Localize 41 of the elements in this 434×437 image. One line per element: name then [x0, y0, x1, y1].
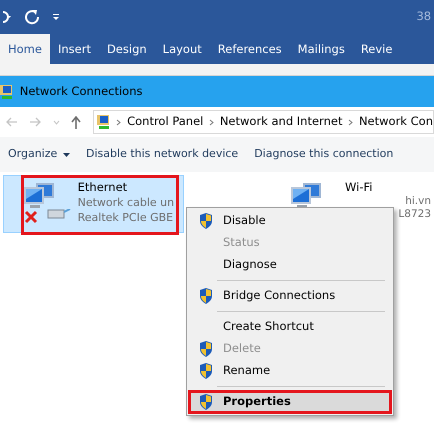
network-folder-icon [96, 114, 111, 130]
redo-icon[interactable] [24, 9, 40, 25]
breadcrumb-link[interactable]: Control Panel [127, 113, 204, 131]
toolbar-button[interactable]: Diagnose this connection [246, 146, 402, 163]
menu-item[interactable]: Rename [189, 360, 391, 382]
ribbon-tab[interactable]: Home [0, 34, 50, 64]
window-title: Network Connections [20, 82, 142, 100]
ribbon-tab[interactable]: Revie [352, 34, 400, 64]
computer-monitors-icon [24, 182, 56, 209]
connection-item[interactable]: Ethernet Network cable un Realtek PCIe GBE [2, 174, 184, 233]
connection-name: Ethernet [78, 180, 128, 195]
up-arrow-icon[interactable] [71, 116, 82, 128]
connection-detail: L8723 [397, 208, 431, 221]
connection-detail: Network cable un [78, 194, 174, 210]
caret-icon [63, 152, 70, 156]
toolbar-button[interactable]: Organize [0, 146, 78, 163]
chevron-icon [116, 118, 122, 126]
chevron-icon [209, 118, 214, 126]
menu-item[interactable]: Properties [189, 391, 391, 413]
ribbon-tab[interactable]: Layout [154, 34, 210, 64]
network-folder-icon [0, 84, 14, 100]
chevron-icon [348, 118, 354, 126]
toolbar-button[interactable]: Disable this network device [78, 146, 246, 163]
connection-detail: hi.vn [404, 194, 431, 208]
unplugged-cable-icon [24, 208, 72, 225]
ribbon-tab[interactable]: Insert [50, 34, 99, 64]
address-bar[interactable]: Control Panel Network and Internet Network Con [92, 110, 434, 134]
document-title: 38 [416, 8, 432, 26]
breadcrumb-link[interactable]: Network and Internet [220, 113, 342, 131]
undo-arrow-icon[interactable] [2, 10, 13, 24]
computer-monitors-icon [291, 182, 324, 209]
ribbon-tab[interactable]: References [210, 34, 290, 64]
connection-detail: Realtek PCIe GBE [78, 210, 174, 225]
ribbon-tab[interactable]: Mailings [290, 34, 353, 64]
menu-item[interactable]: Diagnose [189, 254, 391, 276]
breadcrumb-link[interactable]: Network Con [358, 113, 433, 131]
ribbon-tab[interactable]: Design [98, 34, 155, 64]
menu-item[interactable]: Bridge Connections [189, 285, 391, 307]
connection-name: Wi-Fi [345, 180, 374, 195]
customize-quick-access-icon[interactable] [52, 13, 60, 21]
menu-item[interactable]: Create Shortcut [189, 316, 391, 338]
